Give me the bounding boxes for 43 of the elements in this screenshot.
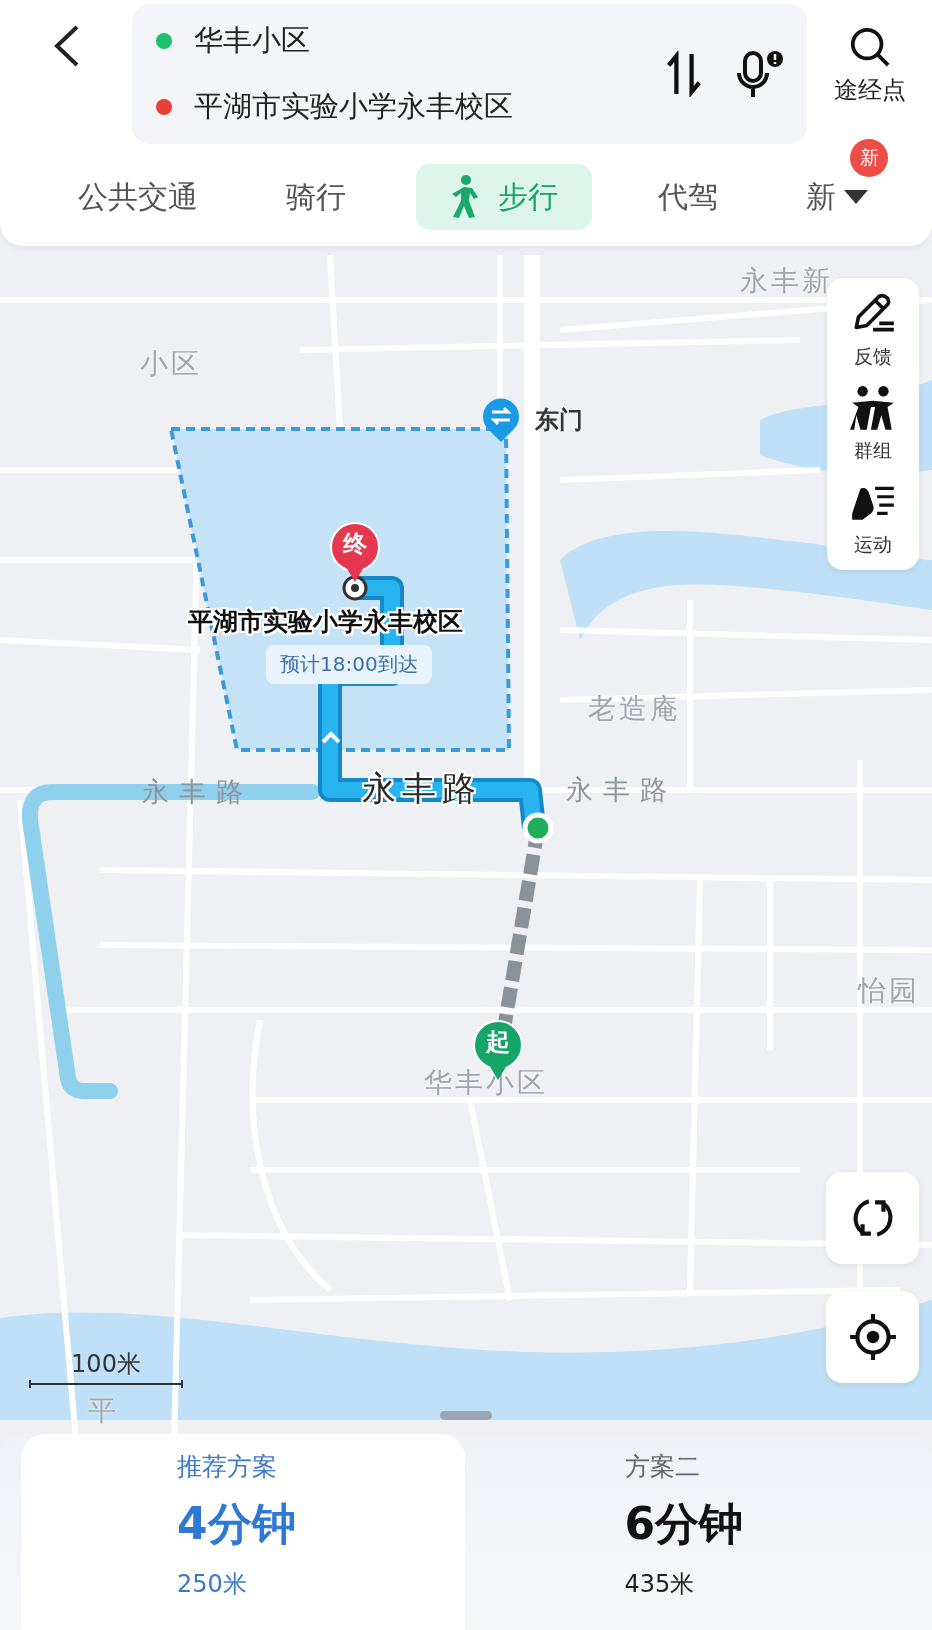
road-label: 永丰路 xyxy=(566,773,677,807)
sport-button[interactable]: 运动 xyxy=(848,478,898,558)
plan-distance: 435米 xyxy=(624,1569,696,1600)
arrival-time-label: 预计18:00到达 xyxy=(266,645,432,684)
plan-duration: 6分钟 xyxy=(624,1497,745,1551)
group-button[interactable]: 群组 xyxy=(848,384,898,464)
waypoint-button[interactable]: 途经点 xyxy=(807,4,932,106)
direction-chevron-icon xyxy=(321,731,341,744)
locate-button[interactable] xyxy=(826,1291,919,1383)
plan-title: 推荐方案 xyxy=(177,1451,278,1483)
mode-tab[interactable]: 公共交通 xyxy=(60,164,216,230)
entrance-pin-icon[interactable] xyxy=(481,396,521,444)
place-label: 小区 xyxy=(140,346,202,382)
plan-title: 方案二 xyxy=(624,1451,701,1483)
place-label: 永丰新 xyxy=(740,263,833,299)
place-label: 平 xyxy=(88,1393,119,1429)
destination-field[interactable]: 平湖市实验小学永丰校区 xyxy=(156,87,665,127)
plan-duration: 4分钟 xyxy=(177,1497,297,1551)
mode-tab[interactable]: 骑行 xyxy=(268,164,364,230)
swap-icon[interactable] xyxy=(665,51,703,97)
road-label: 永丰路 xyxy=(142,775,253,809)
feedback-button[interactable]: 反馈 xyxy=(848,290,898,370)
caret-icon xyxy=(844,190,868,204)
walking-person-icon xyxy=(450,175,480,219)
road-label: 永丰路 xyxy=(362,770,482,808)
origin-field[interactable]: 华丰小区 xyxy=(156,21,665,61)
route-plan-card[interactable]: 方案二 6分钟 435米 xyxy=(468,1434,912,1630)
scale-label: 100米 xyxy=(71,1349,141,1380)
sheet-handle[interactable] xyxy=(440,1411,492,1420)
place-label: 怡园 xyxy=(858,973,920,1009)
start-point-icon xyxy=(522,812,554,844)
search-icon xyxy=(848,26,891,68)
refresh-button[interactable] xyxy=(826,1172,919,1264)
plan-distance: 250米 xyxy=(177,1569,248,1600)
scale-bar-icon xyxy=(29,1380,183,1388)
entrance-label: 东门 xyxy=(535,405,583,436)
new-badge: 新 xyxy=(850,139,888,177)
destination-point-icon xyxy=(342,575,368,601)
route-plan-card[interactable]: 推荐方案 4分钟 250米 xyxy=(21,1434,465,1630)
mode-tab[interactable]: 代驾 xyxy=(640,164,736,230)
microphone-icon[interactable] xyxy=(735,49,785,99)
locate-icon xyxy=(847,1312,898,1362)
place-label: 老造庵 xyxy=(588,691,681,727)
